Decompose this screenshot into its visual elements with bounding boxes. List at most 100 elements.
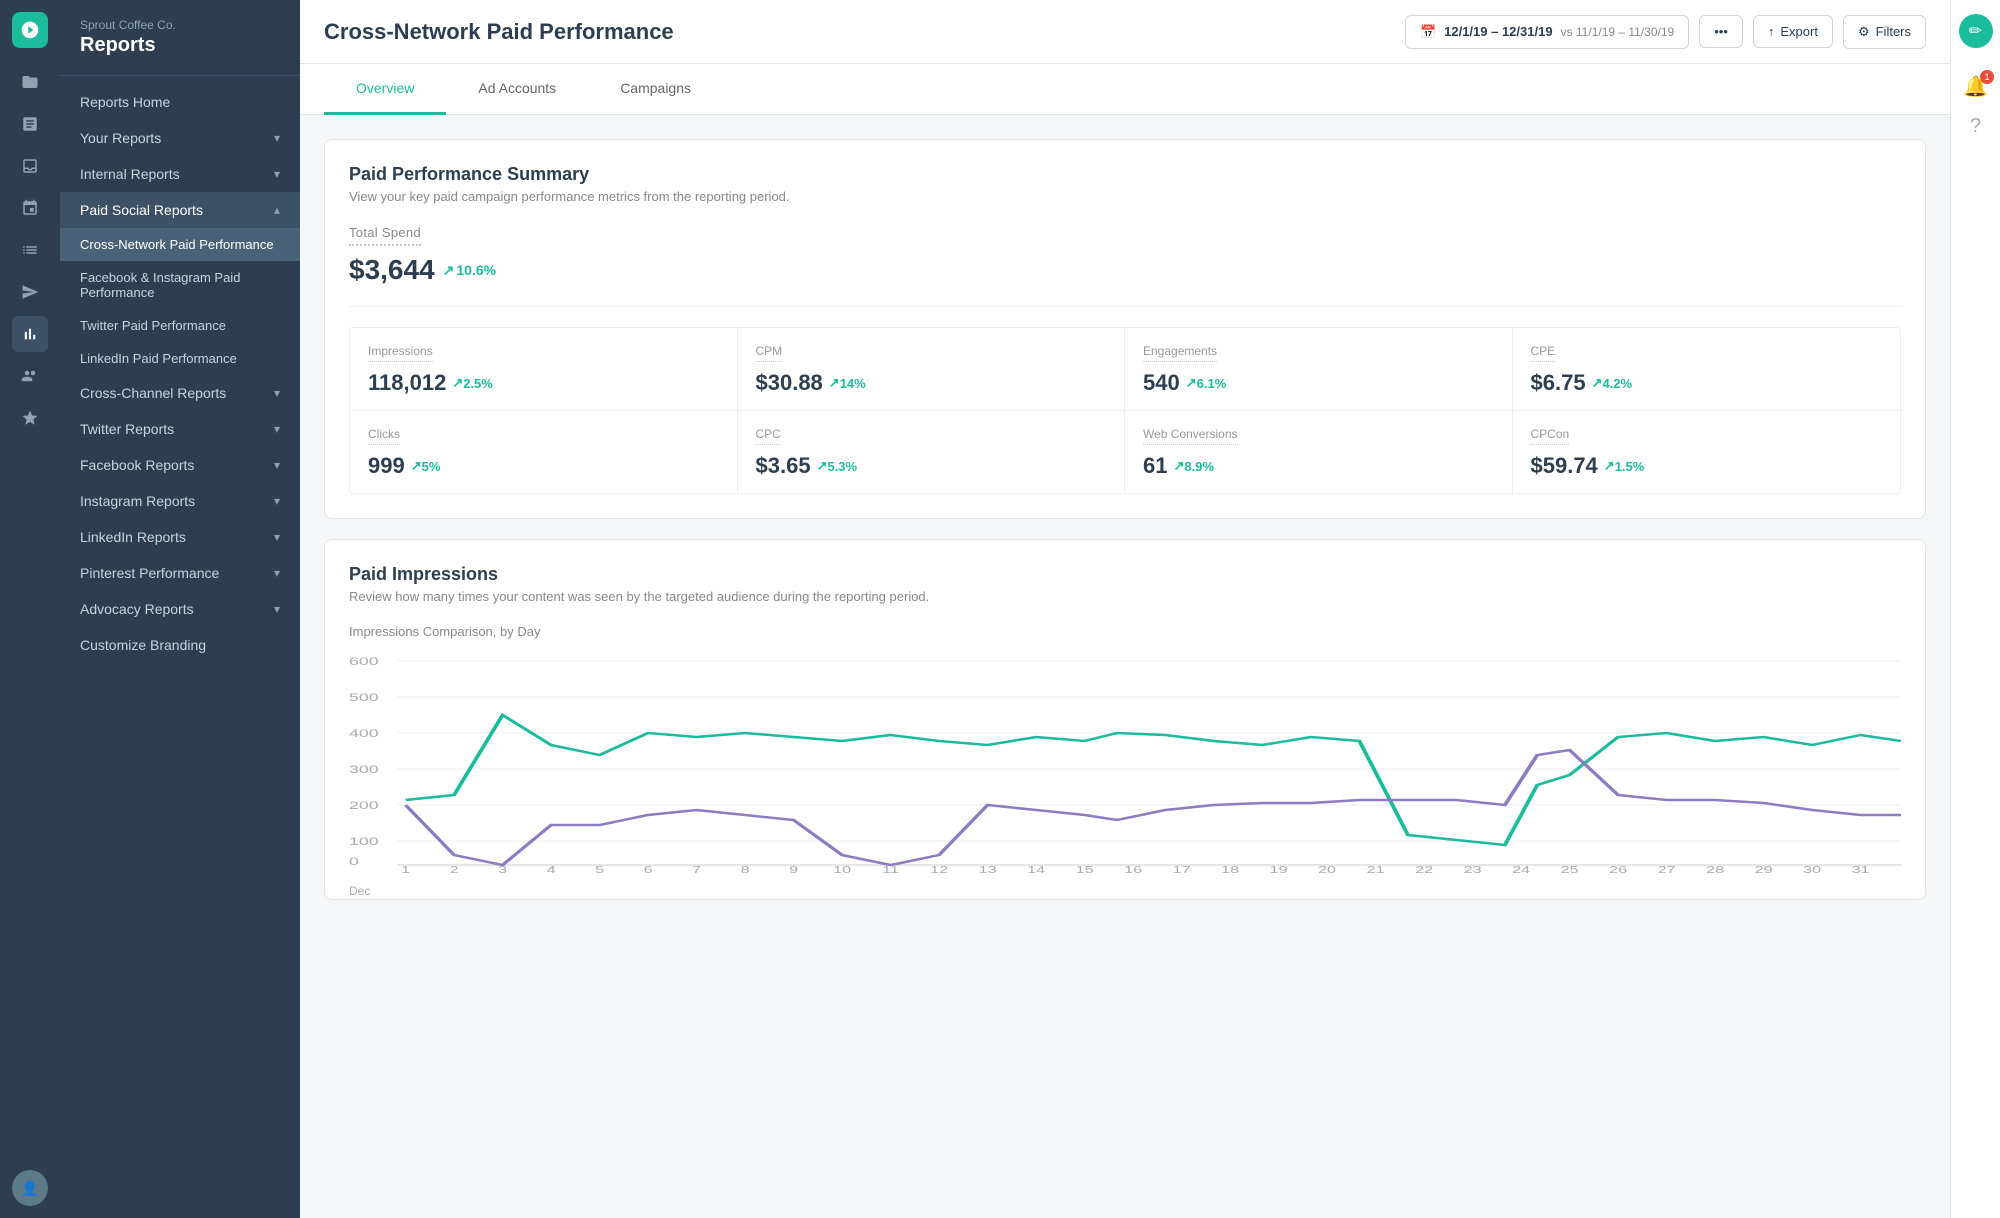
nav-label-advocacy-reports: Advocacy Reports — [80, 601, 194, 617]
nav-icon-star[interactable] — [12, 400, 48, 436]
web-conversions-change: ↗ 8.9% — [1173, 458, 1214, 474]
nav-icon-chart[interactable] — [12, 106, 48, 142]
sidebar-header: Sprout Coffee Co. Reports — [60, 0, 300, 76]
nav-label-twitter-reports: Twitter Reports — [80, 421, 174, 437]
help-icon[interactable]: ? — [1970, 115, 1981, 138]
svg-text:21: 21 — [1367, 864, 1385, 875]
svg-text:30: 30 — [1803, 864, 1821, 875]
sidebar-item-twitter-reports[interactable]: Twitter Reports ▾ — [60, 411, 300, 447]
sidebar-sub-cross-network[interactable]: Cross-Network Paid Performance — [60, 228, 300, 261]
sidebar-item-your-reports[interactable]: Your Reports ▾ — [60, 120, 300, 156]
export-icon: ↑ — [1768, 24, 1775, 39]
nav-sub-label-fb-ig: Facebook & Instagram Paid Performance — [80, 270, 280, 300]
impressions-subtitle: Review how many times your content was s… — [349, 589, 1901, 604]
metric-impressions: Impressions 118,012 ↗ 2.5% — [350, 328, 738, 410]
clicks-value: 999 ↗ 5% — [368, 453, 719, 479]
date-range-button[interactable]: 📅 12/1/19 – 12/31/19 vs 11/1/19 – 11/30/… — [1405, 15, 1689, 49]
tab-campaigns[interactable]: Campaigns — [588, 64, 723, 115]
engagements-change: ↗ 6.1% — [1186, 375, 1227, 391]
sidebar-item-facebook-reports[interactable]: Facebook Reports ▾ — [60, 447, 300, 483]
cpc-label: CPC — [756, 427, 781, 445]
cpcon-label: CPCon — [1531, 427, 1570, 445]
filter-icon: ⚙ — [1858, 24, 1870, 40]
company-name: Sprout Coffee Co. — [80, 18, 280, 32]
engagements-label: Engagements — [1143, 344, 1217, 362]
svg-text:500: 500 — [349, 692, 379, 704]
sidebar-item-advocacy-reports[interactable]: Advocacy Reports ▾ — [60, 591, 300, 627]
svg-text:0: 0 — [349, 856, 359, 868]
metric-engagements: Engagements 540 ↗ 6.1% — [1125, 328, 1513, 410]
svg-text:10: 10 — [833, 864, 851, 875]
web-conversions-label: Web Conversions — [1143, 427, 1238, 445]
total-spend-value: $3,644 ↗ 10.6% — [349, 254, 1901, 286]
svg-text:5: 5 — [595, 864, 604, 875]
date-range-value: 12/1/19 – 12/31/19 — [1444, 24, 1552, 39]
edit-icon[interactable]: ✏ — [1959, 14, 1993, 48]
impressions-title: Paid Impressions — [349, 564, 1901, 585]
sidebar-sub-linkedin-paid[interactable]: LinkedIn Paid Performance — [60, 342, 300, 375]
sidebar-item-paid-social[interactable]: Paid Social Reports ▴ — [60, 192, 300, 228]
metrics-grid: Impressions 118,012 ↗ 2.5% CPM $30.88 ↗ … — [349, 327, 1901, 494]
svg-text:600: 600 — [349, 656, 379, 668]
summary-title: Paid Performance Summary — [349, 164, 1901, 185]
nav-sub-label-linkedin-paid: LinkedIn Paid Performance — [80, 351, 237, 366]
svg-text:23: 23 — [1464, 864, 1482, 875]
sidebar-item-pinterest-perf[interactable]: Pinterest Performance ▾ — [60, 555, 300, 591]
svg-text:100: 100 — [349, 836, 379, 848]
impressions-value: 118,012 ↗ 2.5% — [368, 370, 719, 396]
metrics-row-1: Impressions 118,012 ↗ 2.5% CPM $30.88 ↗ … — [350, 328, 1900, 411]
export-button[interactable]: ↑ Export — [1753, 15, 1833, 48]
sidebar-item-internal-reports[interactable]: Internal Reports ▾ — [60, 156, 300, 192]
cpm-value: $30.88 ↗ 14% — [756, 370, 1107, 396]
cpe-value: $6.75 ↗ 4.2% — [1531, 370, 1883, 396]
tab-ad-accounts[interactable]: Ad Accounts — [446, 64, 588, 115]
nav-icon-send[interactable] — [12, 274, 48, 310]
clicks-label: Clicks — [368, 427, 400, 445]
nav-icon-list[interactable] — [12, 232, 48, 268]
web-conversions-value: 61 ↗ 8.9% — [1143, 453, 1494, 479]
nav-icon-pin[interactable] — [12, 190, 48, 226]
svg-text:200: 200 — [349, 800, 379, 812]
nav-icon-reports[interactable] — [12, 316, 48, 352]
metric-cpe: CPE $6.75 ↗ 4.2% — [1513, 328, 1901, 410]
svg-text:4: 4 — [547, 864, 557, 875]
svg-text:20: 20 — [1318, 864, 1336, 875]
nav-icon-folder[interactable] — [12, 64, 48, 100]
metric-clicks: Clicks 999 ↗ 5% — [350, 411, 738, 493]
right-rail: ✏ 🔔 1 ? — [1950, 0, 2000, 1218]
main-content: Cross-Network Paid Performance 📅 12/1/19… — [300, 0, 1950, 1218]
metric-cpcon: CPCon $59.74 ↗ 1.5% — [1513, 411, 1901, 493]
total-spend-section: Total Spend $3,644 ↗ 10.6% — [349, 224, 1901, 307]
chevron-your-reports: ▾ — [274, 131, 280, 145]
sidebar-item-instagram-reports[interactable]: Instagram Reports ▾ — [60, 483, 300, 519]
cpm-change: ↗ 14% — [829, 375, 866, 391]
sidebar-item-cross-channel[interactable]: Cross-Channel Reports ▾ — [60, 375, 300, 411]
sidebar-item-reports-home[interactable]: Reports Home — [60, 84, 300, 120]
nav-label-linkedin-reports: LinkedIn Reports — [80, 529, 186, 545]
cpm-label: CPM — [756, 344, 783, 362]
nav-label-internal-reports: Internal Reports — [80, 166, 180, 182]
tab-overview[interactable]: Overview — [324, 64, 446, 115]
app-logo — [12, 12, 48, 48]
nav-icon-people[interactable] — [12, 358, 48, 394]
filters-button[interactable]: ⚙ Filters — [1843, 15, 1926, 49]
svg-text:3: 3 — [498, 864, 507, 875]
more-options-button[interactable]: ••• — [1699, 15, 1743, 48]
sidebar-sub-twitter-paid[interactable]: Twitter Paid Performance — [60, 309, 300, 342]
sidebar-item-customize-branding[interactable]: Customize Branding — [60, 627, 300, 663]
sidebar-item-linkedin-reports[interactable]: LinkedIn Reports ▾ — [60, 519, 300, 555]
line-chart: 600 500 400 300 200 100 0 — [349, 655, 1901, 875]
nav-label-paid-social: Paid Social Reports — [80, 202, 203, 218]
svg-text:25: 25 — [1561, 864, 1579, 875]
ellipsis-icon: ••• — [1714, 24, 1728, 39]
nav-icon-inbox[interactable] — [12, 148, 48, 184]
sidebar-sub-fb-ig[interactable]: Facebook & Instagram Paid Performance — [60, 261, 300, 309]
svg-text:19: 19 — [1270, 864, 1288, 875]
svg-text:26: 26 — [1609, 864, 1627, 875]
svg-text:2: 2 — [450, 864, 459, 875]
user-avatar[interactable]: 👤 — [12, 1170, 48, 1206]
svg-text:9: 9 — [789, 864, 798, 875]
nav-label-cross-channel: Cross-Channel Reports — [80, 385, 226, 401]
nav-label-facebook-reports: Facebook Reports — [80, 457, 194, 473]
notification-icon[interactable]: 🔔 1 — [1963, 74, 1988, 99]
